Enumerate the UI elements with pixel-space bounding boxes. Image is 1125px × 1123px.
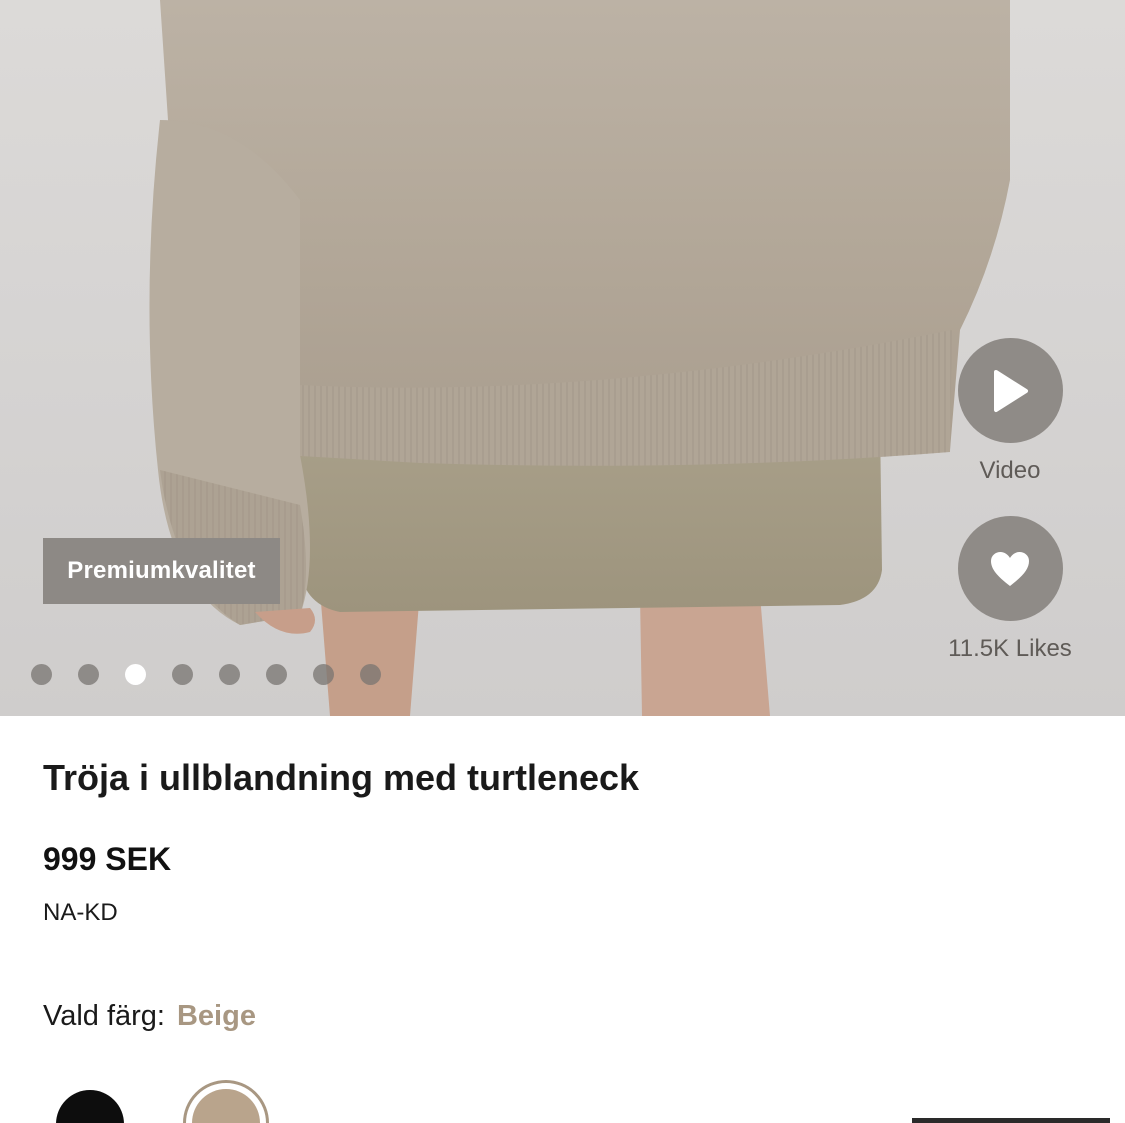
heart-icon (991, 551, 1029, 586)
product-title: Tröja i ullblandning med turtleneck (43, 757, 640, 798)
play-icon (994, 369, 1028, 412)
carousel-dot-active[interactable] (125, 664, 146, 685)
product-page: Premiumkvalitet Video 11.5K Likes Tröja … (0, 0, 1125, 1123)
color-swatch-beige-fill (192, 1089, 260, 1123)
video-button[interactable] (957, 338, 1063, 443)
product-image-carousel[interactable]: Premiumkvalitet Video 11.5K Likes (0, 0, 1125, 716)
product-brand[interactable]: NA-KD (43, 899, 118, 927)
carousel-pagination (31, 664, 381, 685)
likes-count: 11.5K Likes (948, 635, 1072, 662)
badge-label: Premiumkvalitet (67, 557, 256, 584)
selected-color-value: Beige (176, 1000, 256, 1032)
carousel-dot[interactable] (78, 664, 99, 685)
video-action: Video (930, 338, 1090, 485)
color-swatch-black[interactable] (56, 1090, 124, 1123)
carousel-dot[interactable] (360, 664, 381, 685)
like-button[interactable] (957, 516, 1063, 621)
selected-color-label: Vald färg: (43, 1000, 165, 1032)
carousel-dot[interactable] (313, 664, 334, 685)
carousel-dot[interactable] (31, 664, 52, 685)
color-swatch-beige-selected[interactable] (183, 1080, 269, 1123)
premium-quality-badge: Premiumkvalitet (43, 538, 280, 604)
bottom-bar-edge (912, 1118, 1110, 1123)
selected-color: Vald färg: Beige (43, 1000, 256, 1033)
carousel-dot[interactable] (219, 664, 240, 685)
likes-action: 11.5K Likes (930, 516, 1090, 663)
product-price: 999 SEK (43, 841, 172, 877)
carousel-dot[interactable] (266, 664, 287, 685)
video-label: Video (979, 457, 1041, 484)
carousel-dot[interactable] (172, 664, 193, 685)
